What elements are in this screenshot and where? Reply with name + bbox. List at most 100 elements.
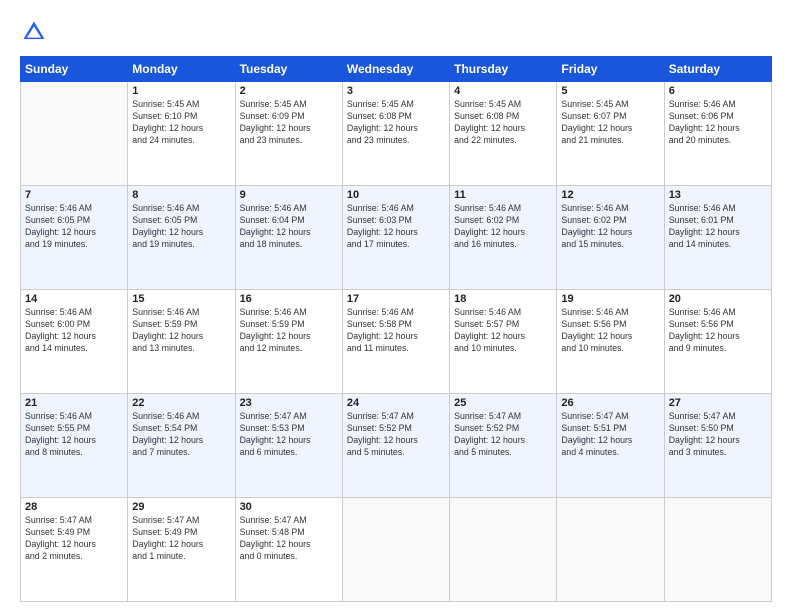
day-info: Sunrise: 5:46 AMSunset: 6:05 PMDaylight:…: [132, 203, 230, 251]
day-number: 20: [669, 293, 767, 305]
day-info: Sunrise: 5:46 AMSunset: 6:04 PMDaylight:…: [240, 203, 338, 251]
calendar-cell: 12 Sunrise: 5:46 AMSunset: 6:02 PMDayligh…: [557, 186, 664, 290]
day-number: 17: [347, 293, 445, 305]
calendar-cell: 21Sunrise: 5:46 AMSunset: 5:55 PMDayligh…: [21, 394, 128, 498]
calendar-day-header: Sunday: [21, 57, 128, 82]
calendar-cell: 6 Sunrise: 5:46 AMSunset: 6:06 PMDaylight…: [664, 82, 771, 186]
calendar-table: SundayMondayTuesdayWednesdayThursdayFrid…: [20, 56, 772, 602]
calendar-cell: [450, 498, 557, 602]
day-number: 7: [25, 189, 123, 201]
calendar-cell: 27Sunrise: 5:47 AMSunset: 5:50 PMDayligh…: [664, 394, 771, 498]
day-info: Sunrise: 5:47 AMSunset: 5:51 PMDaylight:…: [561, 411, 659, 459]
calendar-cell: 18 Sunrise: 5:46 AMSunset: 5:57 PMDayligh…: [450, 290, 557, 394]
day-number: 18: [454, 293, 552, 305]
day-info: Sunrise: 5:47 AMSunset: 5:53 PMDaylight:…: [240, 411, 338, 459]
page: SundayMondayTuesdayWednesdayThursdayFrid…: [0, 0, 792, 612]
day-number: 1: [132, 85, 230, 97]
calendar-day-header: Friday: [557, 57, 664, 82]
day-number: 5: [561, 85, 659, 97]
calendar-cell: 3 Sunrise: 5:45 AMSunset: 6:08 PMDaylight…: [342, 82, 449, 186]
logo: [20, 18, 52, 46]
day-number: 9: [240, 189, 338, 201]
day-info: Sunrise: 5:46 AMSunset: 5:56 PMDaylight:…: [561, 307, 659, 355]
calendar-cell: 14 Sunrise: 5:46 AMSunset: 6:00 PMDayligh…: [21, 290, 128, 394]
calendar-header-row: SundayMondayTuesdayWednesdayThursdayFrid…: [21, 57, 772, 82]
day-info: Sunrise: 5:46 AMSunset: 5:57 PMDaylight:…: [454, 307, 552, 355]
day-info: Sunrise: 5:47 AMSunset: 5:49 PMDaylight:…: [25, 515, 123, 563]
calendar-day-header: Thursday: [450, 57, 557, 82]
calendar-week-row: 14 Sunrise: 5:46 AMSunset: 6:00 PMDayligh…: [21, 290, 772, 394]
calendar-cell: [557, 498, 664, 602]
calendar-cell: 7 Sunrise: 5:46 AMSunset: 6:05 PMDaylight…: [21, 186, 128, 290]
day-info: Sunrise: 5:45 AMSunset: 6:08 PMDaylight:…: [454, 99, 552, 147]
day-number: 6: [669, 85, 767, 97]
day-number: 10: [347, 189, 445, 201]
day-info: Sunrise: 5:47 AMSunset: 5:49 PMDaylight:…: [132, 515, 230, 563]
calendar-day-header: Tuesday: [235, 57, 342, 82]
day-number: 13: [669, 189, 767, 201]
day-info: Sunrise: 5:46 AMSunset: 6:03 PMDaylight:…: [347, 203, 445, 251]
day-info: Sunrise: 5:46 AMSunset: 5:54 PMDaylight:…: [132, 411, 230, 459]
day-info: Sunrise: 5:46 AMSunset: 6:02 PMDaylight:…: [454, 203, 552, 251]
calendar-cell: 2 Sunrise: 5:45 AMSunset: 6:09 PMDaylight…: [235, 82, 342, 186]
calendar-cell: 17Sunrise: 5:46 AMSunset: 5:58 PMDayligh…: [342, 290, 449, 394]
header: [20, 18, 772, 46]
calendar-cell: [21, 82, 128, 186]
day-number: 16: [240, 293, 338, 305]
day-number: 28: [25, 501, 123, 513]
day-info: Sunrise: 5:46 AMSunset: 6:00 PMDaylight:…: [25, 307, 123, 355]
day-info: Sunrise: 5:47 AMSunset: 5:52 PMDaylight:…: [454, 411, 552, 459]
calendar-cell: 15 Sunrise: 5:46 AMSunset: 5:59 PMDayligh…: [128, 290, 235, 394]
day-info: Sunrise: 5:46 AMSunset: 6:05 PMDaylight:…: [25, 203, 123, 251]
calendar-cell: 10 Sunrise: 5:46 AMSunset: 6:03 PMDayligh…: [342, 186, 449, 290]
day-info: Sunrise: 5:46 AMSunset: 5:56 PMDaylight:…: [669, 307, 767, 355]
calendar-cell: [664, 498, 771, 602]
day-info: Sunrise: 5:45 AMSunset: 6:07 PMDaylight:…: [561, 99, 659, 147]
day-number: 12: [561, 189, 659, 201]
calendar-cell: 13 Sunrise: 5:46 AMSunset: 6:01 PMDayligh…: [664, 186, 771, 290]
calendar-cell: 1 Sunrise: 5:45 AMSunset: 6:10 PMDaylight…: [128, 82, 235, 186]
day-number: 14: [25, 293, 123, 305]
day-number: 4: [454, 85, 552, 97]
calendar-cell: 22Sunrise: 5:46 AMSunset: 5:54 PMDayligh…: [128, 394, 235, 498]
calendar-cell: 11Sunrise: 5:46 AMSunset: 6:02 PMDayligh…: [450, 186, 557, 290]
day-number: 2: [240, 85, 338, 97]
calendar-day-header: Monday: [128, 57, 235, 82]
day-number: 29: [132, 501, 230, 513]
day-info: Sunrise: 5:45 AMSunset: 6:08 PMDaylight:…: [347, 99, 445, 147]
day-number: 19: [561, 293, 659, 305]
day-number: 3: [347, 85, 445, 97]
day-number: 8: [132, 189, 230, 201]
calendar-cell: 19 Sunrise: 5:46 AMSunset: 5:56 PMDayligh…: [557, 290, 664, 394]
day-info: Sunrise: 5:45 AMSunset: 6:09 PMDaylight:…: [240, 99, 338, 147]
calendar-cell: 8 Sunrise: 5:46 AMSunset: 6:05 PMDaylight…: [128, 186, 235, 290]
calendar-cell: 28 Sunrise: 5:47 AMSunset: 5:49 PMDayligh…: [21, 498, 128, 602]
logo-icon: [20, 18, 48, 46]
day-info: Sunrise: 5:46 AMSunset: 6:06 PMDaylight:…: [669, 99, 767, 147]
calendar-cell: 26Sunrise: 5:47 AMSunset: 5:51 PMDayligh…: [557, 394, 664, 498]
calendar-week-row: 1 Sunrise: 5:45 AMSunset: 6:10 PMDaylight…: [21, 82, 772, 186]
calendar-cell: 16 Sunrise: 5:46 AMSunset: 5:59 PMDayligh…: [235, 290, 342, 394]
day-number: 30: [240, 501, 338, 513]
calendar-cell: 24Sunrise: 5:47 AMSunset: 5:52 PMDayligh…: [342, 394, 449, 498]
day-info: Sunrise: 5:45 AMSunset: 6:10 PMDaylight:…: [132, 99, 230, 147]
day-number: 21: [25, 397, 123, 409]
calendar-cell: 23 Sunrise: 5:47 AMSunset: 5:53 PMDayligh…: [235, 394, 342, 498]
day-info: Sunrise: 5:46 AMSunset: 5:59 PMDaylight:…: [240, 307, 338, 355]
day-info: Sunrise: 5:46 AMSunset: 5:59 PMDaylight:…: [132, 307, 230, 355]
day-info: Sunrise: 5:46 AMSunset: 6:02 PMDaylight:…: [561, 203, 659, 251]
day-number: 15: [132, 293, 230, 305]
calendar-week-row: 7 Sunrise: 5:46 AMSunset: 6:05 PMDaylight…: [21, 186, 772, 290]
calendar-week-row: 28 Sunrise: 5:47 AMSunset: 5:49 PMDayligh…: [21, 498, 772, 602]
calendar-day-header: Wednesday: [342, 57, 449, 82]
calendar-cell: 30Sunrise: 5:47 AMSunset: 5:48 PMDayligh…: [235, 498, 342, 602]
calendar-cell: 29 Sunrise: 5:47 AMSunset: 5:49 PMDayligh…: [128, 498, 235, 602]
calendar-cell: 4 Sunrise: 5:45 AMSunset: 6:08 PMDaylight…: [450, 82, 557, 186]
day-number: 23: [240, 397, 338, 409]
day-number: 24: [347, 397, 445, 409]
day-info: Sunrise: 5:47 AMSunset: 5:50 PMDaylight:…: [669, 411, 767, 459]
calendar-cell: [342, 498, 449, 602]
day-info: Sunrise: 5:46 AMSunset: 6:01 PMDaylight:…: [669, 203, 767, 251]
calendar-cell: 25Sunrise: 5:47 AMSunset: 5:52 PMDayligh…: [450, 394, 557, 498]
calendar-cell: 9 Sunrise: 5:46 AMSunset: 6:04 PMDaylight…: [235, 186, 342, 290]
